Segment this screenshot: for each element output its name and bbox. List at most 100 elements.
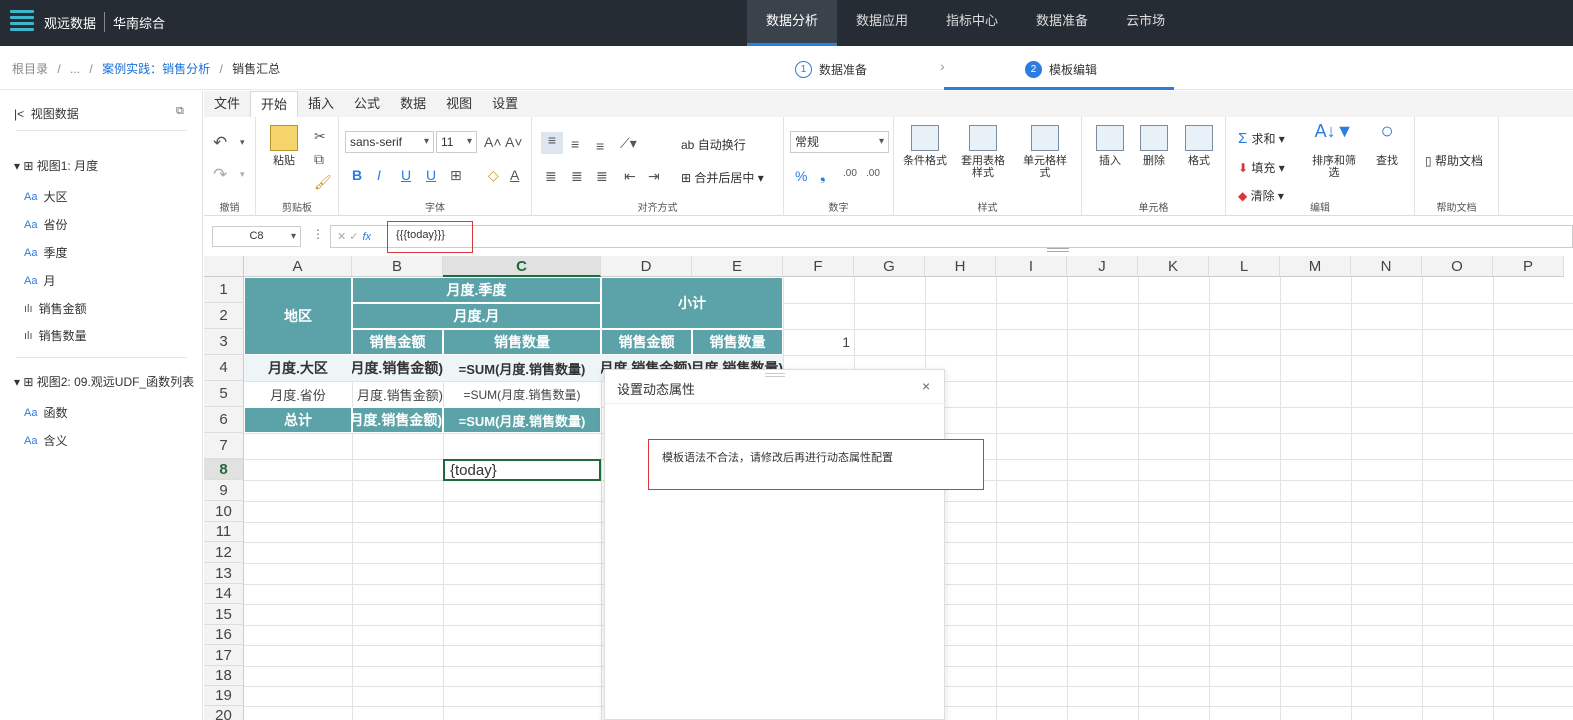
cancel-icon[interactable]: ✕ [337, 231, 349, 243]
name-box[interactable]: C8 [212, 226, 301, 247]
redo-icon[interactable]: ↷ [213, 165, 227, 185]
row-header[interactable]: 1 [204, 277, 244, 303]
column-header[interactable]: K [1138, 256, 1209, 277]
row-header[interactable]: 18 [204, 666, 244, 686]
field-function[interactable]: Aa 函数 [24, 404, 67, 421]
indent-decrease-icon[interactable]: ⇤ [624, 168, 636, 185]
table-style-button[interactable]: 套用表格样式 [960, 125, 1006, 179]
border-icon[interactable]: ⊞ [450, 167, 462, 184]
field-province[interactable]: Aa 省份 [24, 216, 67, 233]
underline-icon[interactable]: U [401, 167, 411, 183]
row-header[interactable]: 3 [204, 329, 244, 355]
column-header[interactable]: D [601, 256, 692, 277]
cell-c3[interactable]: 销售数量 [443, 329, 601, 355]
field-quarter[interactable]: Aa 季度 [24, 244, 67, 261]
breadcrumb-root[interactable]: 根目录 [12, 62, 48, 76]
font-color-icon[interactable]: A [510, 167, 519, 183]
cell-a1-region[interactable]: 地区 [244, 277, 352, 355]
row-header[interactable]: 8 [204, 459, 244, 480]
chevron-down-icon[interactable]: ▾ [240, 137, 245, 148]
align-middle-icon[interactable]: ≡ [571, 136, 579, 152]
step-template-edit[interactable]: 2 模板编辑 [1025, 61, 1097, 78]
align-top-icon[interactable]: ≡ [541, 132, 563, 154]
row-header[interactable]: 5 [204, 381, 244, 407]
breadcrumb-ellipsis[interactable]: ... [70, 62, 80, 76]
view2-group[interactable]: ▾ ⊞ 视图2: 09.观远UDF_函数列表 [14, 373, 194, 390]
align-left-icon[interactable]: ≣ [545, 168, 557, 185]
row-header[interactable]: 16 [204, 625, 244, 645]
cell-c4[interactable]: =SUM(月度.销售数量) [443, 355, 601, 381]
row-header[interactable]: 7 [204, 433, 244, 459]
decrease-decimal-icon[interactable]: .00 [866, 168, 880, 179]
field-meaning[interactable]: Aa 含义 [24, 432, 67, 449]
tab-settings[interactable]: 设置 [482, 91, 528, 117]
tab-formula[interactable]: 公式 [344, 91, 390, 117]
orientation-icon[interactable]: ⟋▾ [620, 135, 637, 152]
step-data-prep[interactable]: 1 数据准备 [795, 61, 867, 78]
fill-button[interactable]: ⬇ 填充 ▾ [1238, 159, 1285, 176]
column-header[interactable]: H [925, 256, 996, 277]
drag-handle[interactable] [765, 373, 785, 377]
italic-icon[interactable]: I [377, 167, 381, 183]
row-header[interactable]: 13 [204, 563, 244, 584]
tab-data[interactable]: 数据 [390, 91, 436, 117]
double-underline-icon[interactable]: U [426, 167, 436, 183]
sort-filter-button[interactable]: A↓▼ 排序和筛选 [1310, 122, 1358, 179]
cell-b6[interactable]: 月度.销售金额) [352, 407, 443, 433]
column-header[interactable]: E [692, 256, 783, 277]
format-button[interactable]: 格式 [1179, 125, 1219, 167]
column-header[interactable]: C [443, 256, 601, 277]
field-region[interactable]: Aa 大区 [24, 188, 67, 205]
column-header[interactable]: N [1351, 256, 1422, 277]
nav-metrics-center[interactable]: 指标中心 [927, 0, 1017, 46]
font-family-select[interactable]: sans-serif [345, 131, 434, 153]
column-header[interactable]: B [352, 256, 443, 277]
sum-button[interactable]: Σ 求和 ▾ [1238, 130, 1285, 147]
find-button[interactable]: ○ 查找 [1368, 120, 1406, 168]
row-header[interactable]: 9 [204, 480, 244, 501]
cell-a6-total[interactable]: 总计 [244, 407, 352, 433]
conditional-format-button[interactable]: 条件格式 [902, 125, 948, 167]
fill-color-icon[interactable]: ◇ [488, 167, 499, 184]
cell-c5[interactable]: =SUM(月度.销售数量) [443, 381, 601, 407]
row-header[interactable]: 20 [204, 706, 244, 720]
row-header[interactable]: 12 [204, 542, 244, 563]
resize-handle[interactable] [1047, 248, 1069, 252]
comma-icon[interactable]: ❟ [820, 167, 826, 184]
cell-a4[interactable]: 月度.大区 [244, 355, 352, 381]
row-header[interactable]: 19 [204, 686, 244, 706]
cell-f3[interactable]: 1 [783, 329, 854, 355]
increase-decimal-icon[interactable]: .00 [843, 168, 857, 179]
align-center-icon[interactable]: ≣ [571, 168, 583, 185]
more-icon[interactable]: ⋮ [312, 227, 324, 241]
cell-c6[interactable]: =SUM(月度.销售数量) [443, 407, 601, 433]
cell-c8-selected[interactable]: {today} [443, 459, 601, 481]
fx-icon[interactable]: fx [363, 231, 372, 243]
column-header[interactable]: P [1493, 256, 1564, 277]
cut-icon[interactable]: ✂ [314, 128, 326, 145]
undo-icon[interactable]: ↶ [213, 133, 227, 153]
workspace-name[interactable]: 华南综合 [113, 13, 165, 32]
row-header[interactable]: 6 [204, 407, 244, 433]
number-format-select[interactable]: 常规 [790, 131, 889, 153]
row-header[interactable]: 15 [204, 604, 244, 625]
cell-b3[interactable]: 销售金额 [352, 329, 443, 355]
wrap-text-button[interactable]: ab 自动换行 [681, 136, 746, 153]
row-header[interactable]: 4 [204, 355, 244, 381]
select-all-corner[interactable] [204, 256, 244, 277]
row-header[interactable]: 14 [204, 584, 244, 604]
view1-group[interactable]: ▾ ⊞ 视图1: 月度 [14, 157, 98, 174]
chevron-down-icon[interactable]: ▾ [240, 169, 245, 180]
merge-center-button[interactable]: ⊞ 合并后居中 ▾ [681, 169, 764, 186]
format-painter-icon[interactable]: 🖌 [314, 174, 332, 191]
copy-icon[interactable]: ⧉ [176, 105, 184, 118]
nav-cloud-market[interactable]: 云市场 [1107, 0, 1184, 46]
column-header[interactable]: L [1209, 256, 1280, 277]
cell-d1-subtotal[interactable]: 小计 [601, 277, 783, 329]
align-bottom-icon[interactable]: ≡ [596, 138, 604, 154]
delete-button[interactable]: 删除 [1134, 125, 1174, 167]
column-header[interactable]: F [783, 256, 854, 277]
cell-a5[interactable]: 月度.省份 [244, 381, 352, 407]
cell-e3[interactable]: 销售数量 [692, 329, 783, 355]
nav-data-prep[interactable]: 数据准备 [1017, 0, 1107, 46]
